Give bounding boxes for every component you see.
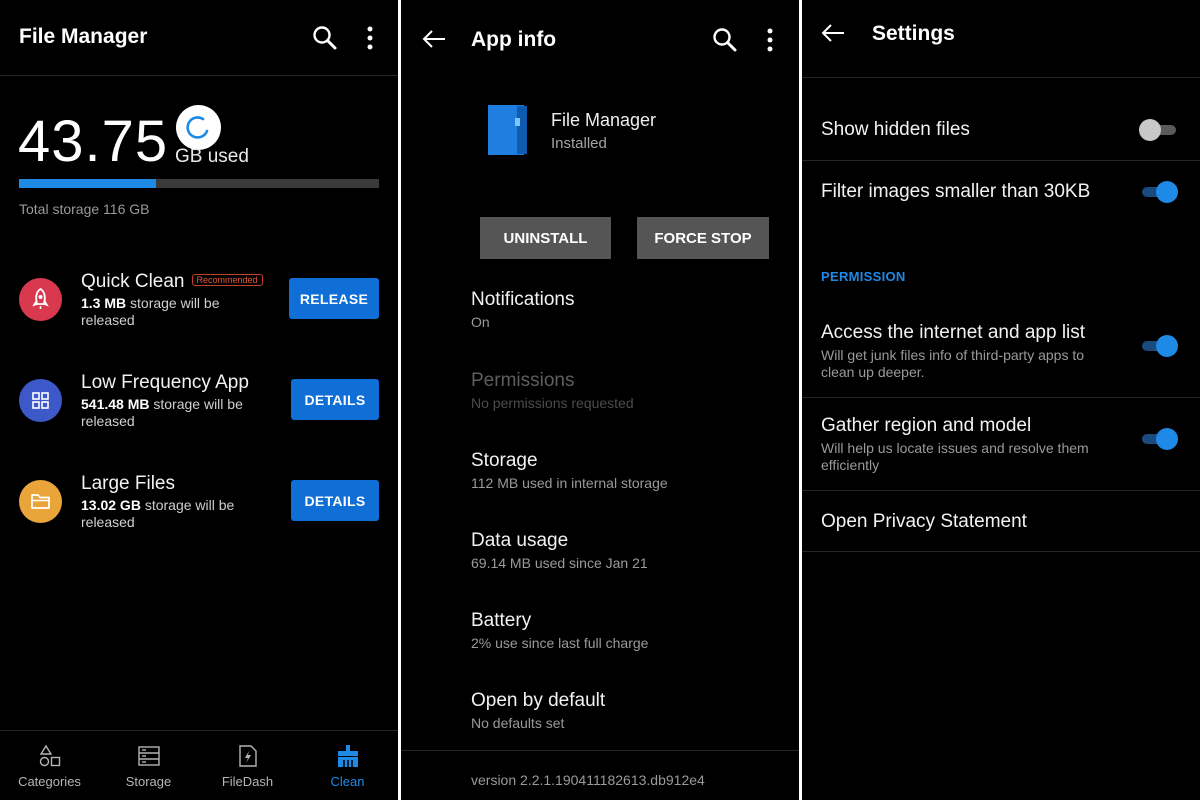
uninstall-button[interactable]: UNINSTALL [480, 217, 611, 259]
app-info-screen: App info File Manager Installed UNINSTAL… [401, 0, 799, 800]
storage-item[interactable]: Storage 112 MB used in internal storage [471, 450, 668, 491]
divider [802, 551, 1200, 552]
release-button[interactable]: RELEASE [289, 278, 379, 319]
permissions-item: Permissions No permissions requested [471, 370, 634, 411]
clean-icon [337, 745, 358, 767]
open-privacy-statement-link[interactable]: Open Privacy Statement [821, 511, 1027, 533]
settings-screen: Settings Show hidden files Filter images… [802, 0, 1200, 800]
bottom-navigation: Categories Storage FileDash Clean [0, 730, 398, 800]
back-arrow-icon[interactable] [421, 28, 447, 55]
nav-label: Clean [330, 774, 365, 789]
internet-access-description: Will get junk files info of third-party … [821, 347, 1085, 380]
show-hidden-files-toggle[interactable] [1139, 119, 1176, 141]
storage-progress-bar [19, 179, 379, 188]
file-manager-screen: File Manager 43.75 GB used Total storage… [0, 0, 398, 800]
nav-storage[interactable]: Storage [99, 731, 198, 800]
item-description: 13.02 GB storage will be released [81, 497, 235, 530]
total-storage: Total storage 116 GB [19, 201, 150, 217]
internet-access-toggle[interactable] [1142, 335, 1178, 357]
filedash-icon [238, 745, 257, 767]
page-title: Settings [872, 22, 955, 45]
open-by-default-item[interactable]: Open by default No defaults set [471, 690, 605, 731]
nav-categories[interactable]: Categories [0, 731, 99, 800]
item-description: 1.3 MB storage will be released [81, 295, 220, 328]
header-divider [0, 75, 398, 76]
page-title: File Manager [19, 25, 148, 48]
item-title: Quick Clean Recommended [81, 271, 263, 293]
item-title: Large Files [81, 473, 175, 494]
permission-section-header: PERMISSION [821, 269, 906, 284]
search-icon[interactable] [312, 25, 338, 56]
divider [802, 160, 1200, 161]
gather-region-label: Gather region and model [821, 415, 1032, 436]
storage-used-value: 43.75 [18, 109, 169, 174]
item-description: 541.48 MB storage will be released [81, 396, 243, 429]
data-usage-item[interactable]: Data usage 69.14 MB used since Jan 21 [471, 530, 648, 571]
nav-label: Categories [18, 774, 81, 789]
page-title: App info [471, 28, 557, 51]
more-options-icon[interactable] [360, 26, 380, 55]
categories-icon [39, 744, 60, 767]
file-manager-app-icon [487, 104, 529, 161]
force-stop-button[interactable]: FORCE STOP [637, 217, 769, 259]
list-item-large-files: Large Files 13.02 GB storage will be rel… [0, 473, 398, 570]
gather-region-description: Will help us locate issues and resolve t… [821, 440, 1089, 473]
list-item-low-frequency-app: Low Frequency App 541.48 MB storage will… [0, 372, 398, 469]
loading-spinner-icon [176, 105, 221, 150]
storage-progress-fill [19, 179, 156, 188]
folder-icon [19, 480, 62, 523]
notifications-item[interactable]: Notifications On [471, 289, 575, 330]
more-options-icon[interactable] [760, 28, 780, 57]
battery-item[interactable]: Battery 2% use since last full charge [471, 610, 648, 651]
list-item-quick-clean: Quick Clean Recommended 1.3 MB storage wi… [0, 271, 398, 368]
search-icon[interactable] [712, 27, 738, 58]
app-name: File Manager [551, 110, 657, 130]
internet-access-label: Access the internet and app list [821, 322, 1086, 343]
nav-clean[interactable]: Clean [298, 731, 397, 800]
divider [401, 750, 799, 751]
storage-used-unit: GB used [175, 146, 249, 167]
show-hidden-files-label: Show hidden files [821, 119, 970, 140]
storage-icon [137, 746, 160, 766]
header-divider [802, 77, 1200, 78]
details-button[interactable]: DETAILS [291, 379, 379, 420]
back-arrow-icon[interactable] [820, 22, 846, 49]
version-text: version 2.2.1.190411182613.db912e4 [471, 772, 705, 788]
item-title: Low Frequency App [81, 372, 249, 393]
grid-icon [19, 379, 62, 422]
rocket-icon [19, 278, 62, 321]
recommended-badge: Recommended [191, 274, 263, 286]
details-button[interactable]: DETAILS [291, 480, 379, 521]
nav-label: Storage [125, 774, 172, 789]
divider [802, 397, 1200, 398]
gather-region-toggle[interactable] [1142, 428, 1178, 450]
filter-images-label: Filter images smaller than 30KB [821, 181, 1091, 202]
nav-filedash[interactable]: FileDash [198, 731, 297, 800]
divider [802, 490, 1200, 491]
filter-images-toggle[interactable] [1142, 181, 1178, 203]
app-status: Installed [551, 135, 607, 152]
nav-label: FileDash [221, 774, 274, 789]
